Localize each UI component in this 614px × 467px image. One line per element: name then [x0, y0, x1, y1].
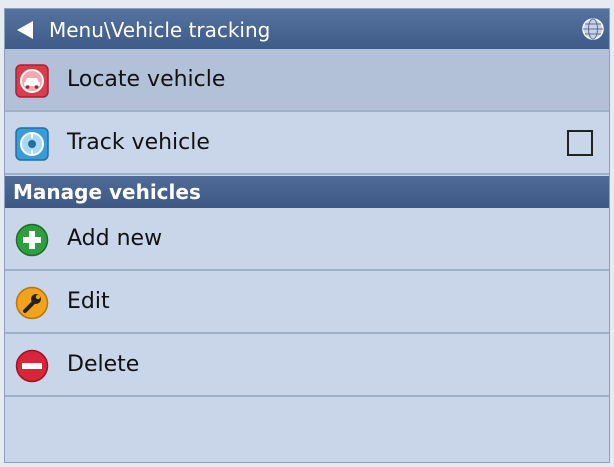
track-vehicle-label: Track vehicle [67, 130, 210, 155]
wrench-icon [15, 286, 49, 320]
edit-item[interactable]: Edit [5, 271, 609, 334]
page-title: Menu\Vehicle tracking [49, 18, 271, 42]
track-vehicle-checkbox[interactable] [567, 130, 593, 156]
locate-vehicle-label: Locate vehicle [67, 67, 226, 92]
empty-list-area [5, 401, 609, 462]
add-new-label: Add new [67, 226, 163, 251]
globe-icon[interactable] [581, 17, 605, 41]
track-vehicle-item[interactable]: Track vehicle [5, 112, 609, 175]
manage-vehicles-header: Manage vehicles [5, 176, 609, 208]
minus-icon [15, 349, 49, 383]
locate-vehicle-item[interactable]: Locate vehicle [5, 49, 609, 112]
car-icon [15, 64, 49, 98]
add-new-item[interactable]: Add new [5, 208, 609, 271]
section-title: Manage vehicles [13, 180, 201, 204]
delete-label: Delete [67, 352, 140, 377]
back-arrow-icon[interactable] [13, 18, 37, 42]
plus-icon [15, 223, 49, 257]
tracking-icon [15, 127, 49, 161]
edit-label: Edit [67, 289, 110, 314]
vehicle-tracking-screen: Menu\Vehicle tracking Locate vehicle Tra… [4, 8, 610, 463]
title-bar: Menu\Vehicle tracking [5, 9, 609, 49]
delete-item[interactable]: Delete [5, 334, 609, 397]
